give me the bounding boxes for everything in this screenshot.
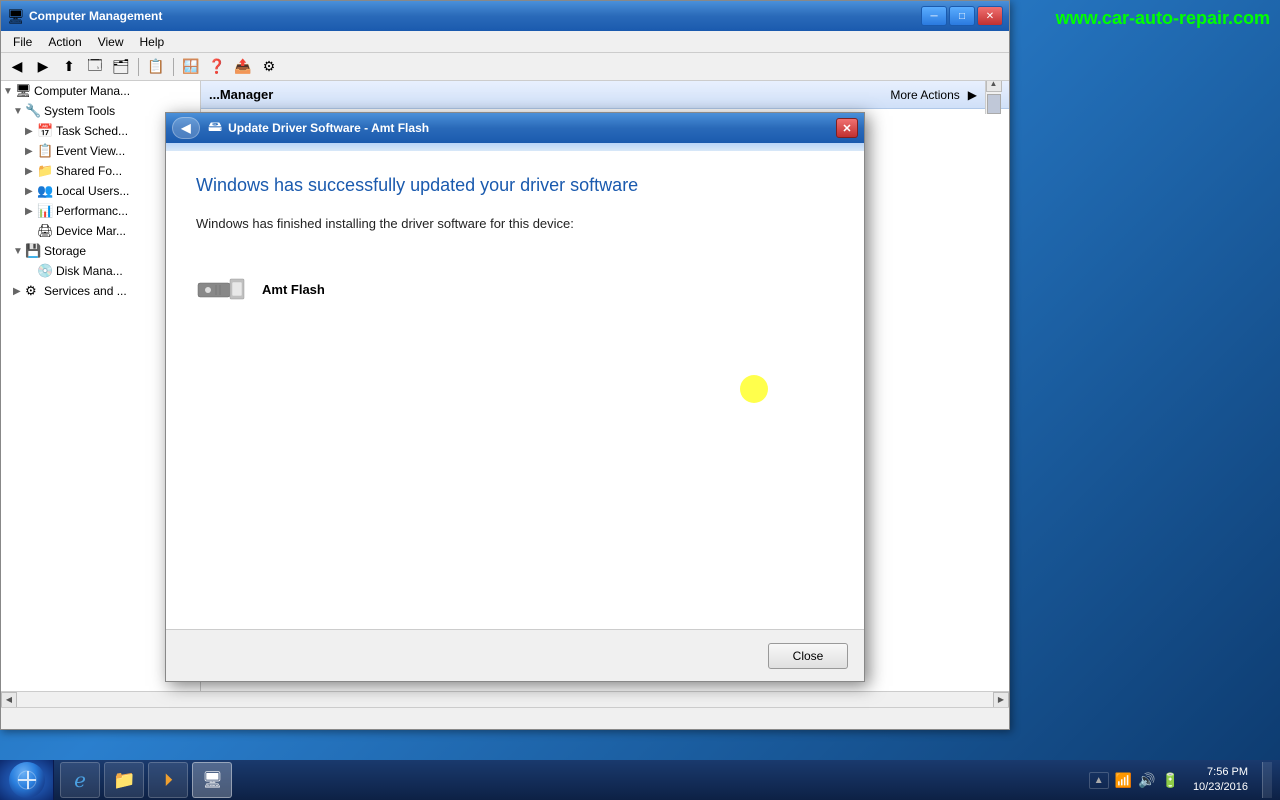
desktop: www.car-auto-repair.com 🖥 Computer Manag… [0,0,1280,800]
device-row: Amt Flash [196,261,834,317]
device-icon [196,271,246,307]
dialog-content: Windows has successfully updated your dr… [166,151,864,629]
device-name: Amt Flash [262,282,325,297]
dialog-overlay: ◀ 🖴 Update Driver Software - Amt Flash ✕… [0,0,1280,800]
watermark: www.car-auto-repair.com [1056,8,1270,29]
dialog-close-x-button[interactable]: ✕ [836,118,858,138]
dialog-footer: Close [166,629,864,681]
dialog-back-button[interactable]: ◀ [172,117,200,139]
dialog-title-text: Update Driver Software - Amt Flash [228,121,836,135]
dialog-header-band [166,143,864,151]
update-driver-dialog: ◀ 🖴 Update Driver Software - Amt Flash ✕… [165,112,865,682]
dialog-close-button[interactable]: Close [768,643,848,669]
success-description: Windows has finished installing the driv… [196,216,834,231]
success-title: Windows has successfully updated your dr… [196,175,834,196]
dialog-titlebar: ◀ 🖴 Update Driver Software - Amt Flash ✕ [166,113,864,143]
dialog-drive-icon: 🖴 [208,116,222,140]
